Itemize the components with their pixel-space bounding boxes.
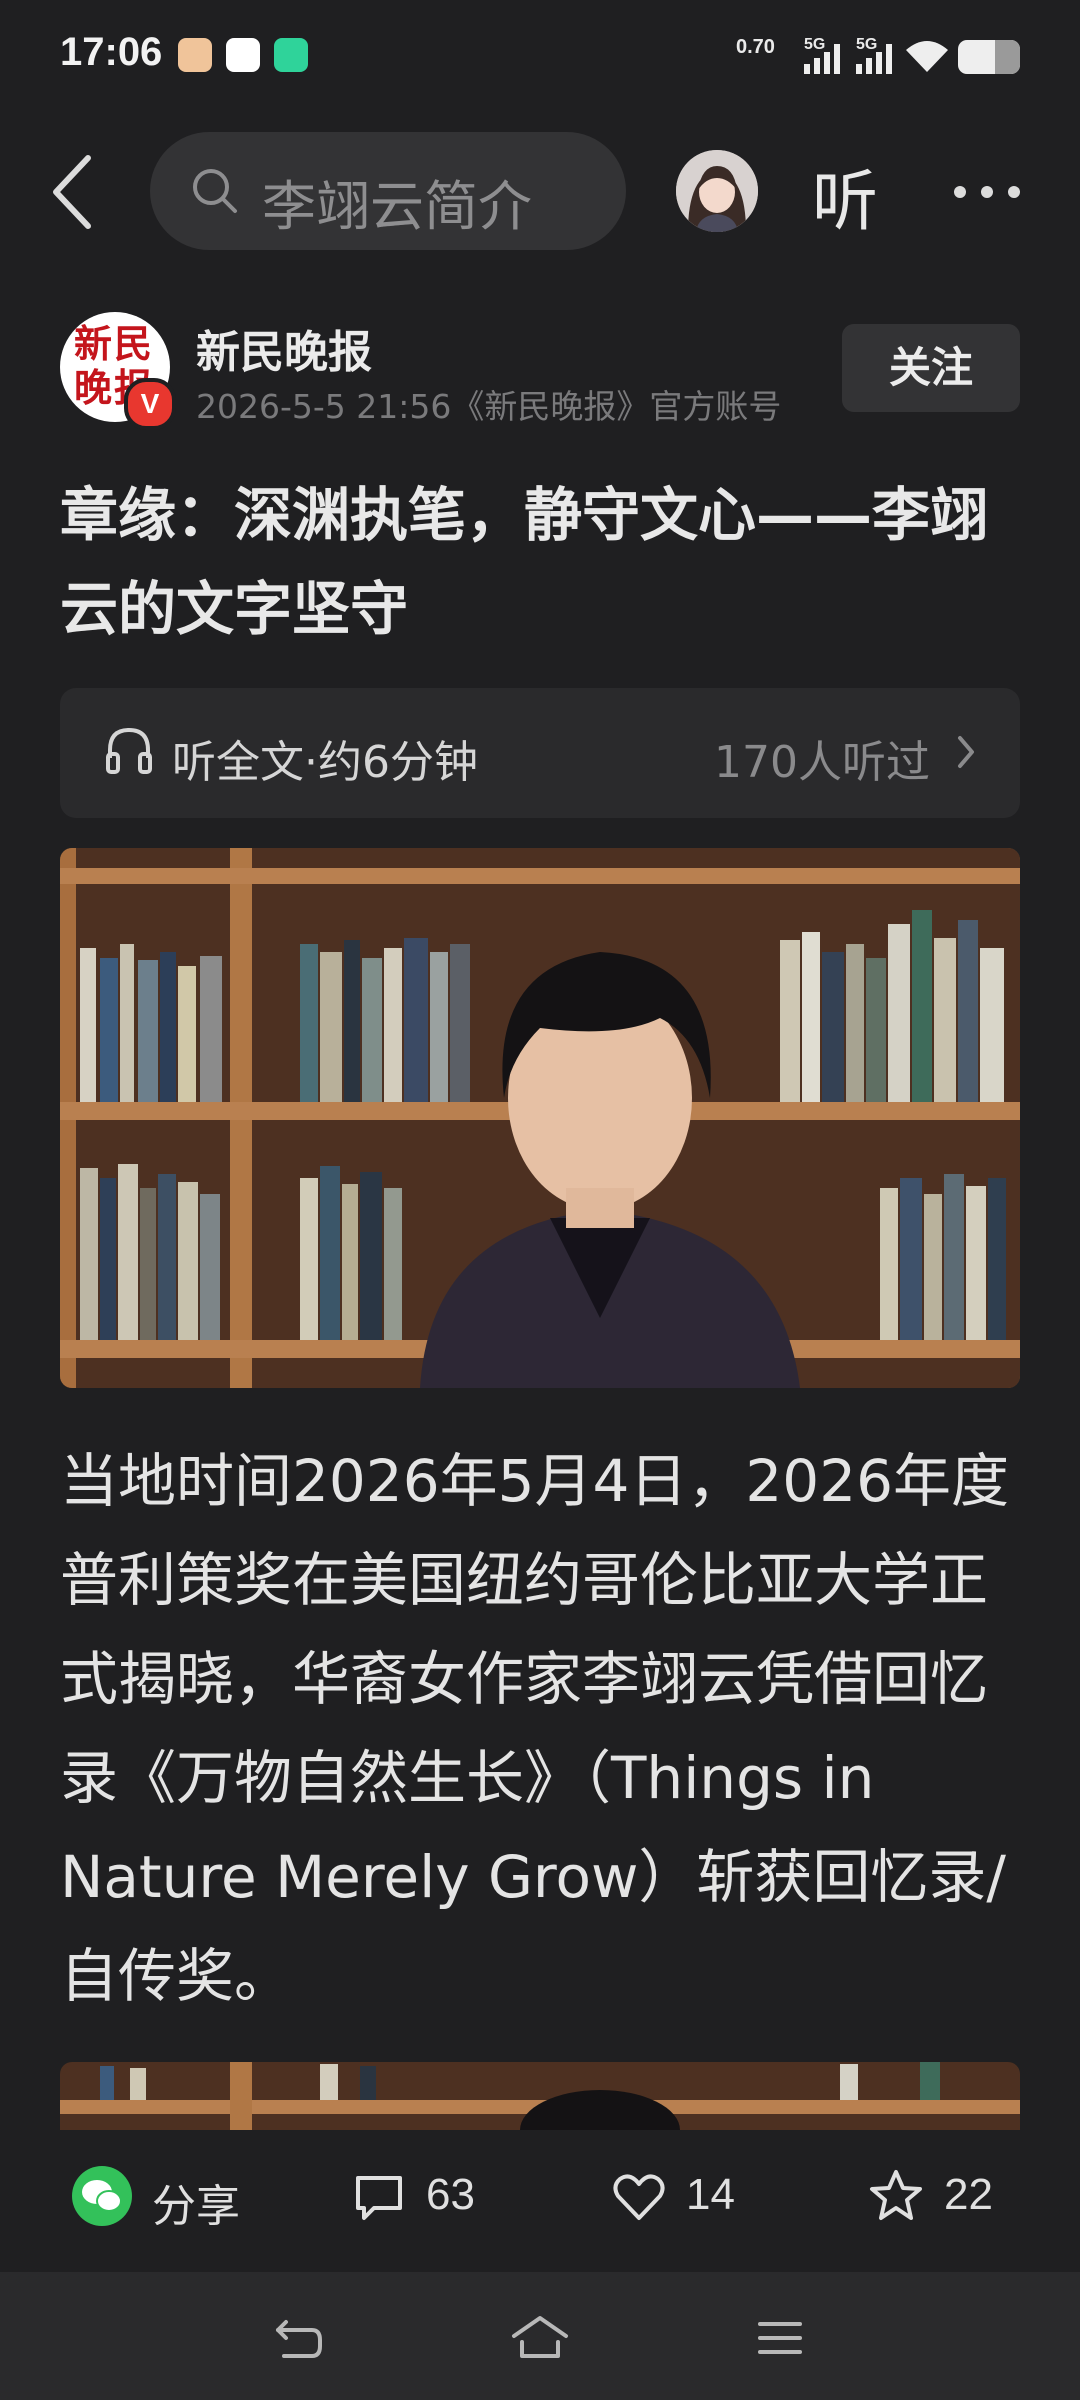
signal-icon [804, 44, 840, 74]
share-button[interactable]: 分享 [152, 2170, 240, 2234]
wifi-icon [906, 41, 948, 72]
author-portrait-image [60, 848, 1020, 1388]
status-time: 17:06 [60, 30, 163, 74]
network-speed: 0.70 [736, 36, 775, 58]
publisher-name[interactable]: 新民晚报 [196, 316, 372, 380]
avatar[interactable] [676, 150, 758, 232]
back-arrow-icon[interactable] [48, 152, 98, 232]
notification-app-icon [226, 38, 260, 72]
like-count[interactable]: 14 [686, 2170, 735, 2220]
second-image [60, 2062, 1020, 2130]
listen-button[interactable]: 听 [812, 148, 878, 244]
battery-icon [958, 40, 1020, 74]
comment-count[interactable]: 63 [426, 2170, 475, 2220]
status-bar: 17:06 0.70 5G 5G [0, 0, 1080, 110]
wechat-share-icon[interactable] [72, 2166, 132, 2226]
system-menu-icon[interactable] [756, 2318, 804, 2358]
signal-icon [856, 44, 892, 74]
search-icon [193, 169, 237, 213]
comment-icon[interactable] [352, 2172, 406, 2224]
listen-count: 170人听过 [714, 737, 930, 788]
verified-badge: V [124, 378, 176, 430]
search-bar[interactable]: 李翊云简介 [150, 132, 626, 250]
battery-empty-portion [995, 40, 1020, 74]
system-home-icon[interactable] [510, 2314, 570, 2362]
favorite-count[interactable]: 22 [944, 2170, 993, 2220]
article-photo-2[interactable] [60, 2062, 1020, 2130]
ai-avatar-icon [676, 150, 758, 232]
search-input[interactable]: 李翊云简介 [262, 162, 532, 241]
notification-app-icon [274, 38, 308, 72]
listen-full-text-card[interactable]: 听全文·约6分钟 170人听过 [60, 688, 1020, 818]
more-options-icon[interactable] [952, 184, 1022, 200]
like-heart-icon[interactable] [612, 2172, 666, 2222]
system-navigation-bar [0, 2272, 1080, 2400]
follow-button[interactable]: 关注 [842, 324, 1020, 412]
notification-app-icon [178, 38, 212, 72]
article-photo[interactable] [60, 848, 1020, 1388]
chevron-right-icon [958, 736, 974, 768]
publish-meta: 2026-5-5 21:56《新民晚报》官方账号 [196, 387, 782, 426]
wechat-bubbles-icon [82, 2180, 122, 2212]
system-back-icon[interactable] [272, 2316, 326, 2360]
article-title: 章缘：深渊执笔，静守文心——李翊云的文字坚守 [60, 481, 989, 643]
favorite-star-icon[interactable] [868, 2168, 924, 2224]
headphones-icon [106, 727, 152, 774]
article-paragraph: 当地时间2026年5月4日，2026年度普利策奖在美国纽约哥伦比亚大学正式揭晓，… [60, 1447, 1010, 2010]
listen-full-text-label: 听全文·约6分钟 [172, 737, 478, 788]
